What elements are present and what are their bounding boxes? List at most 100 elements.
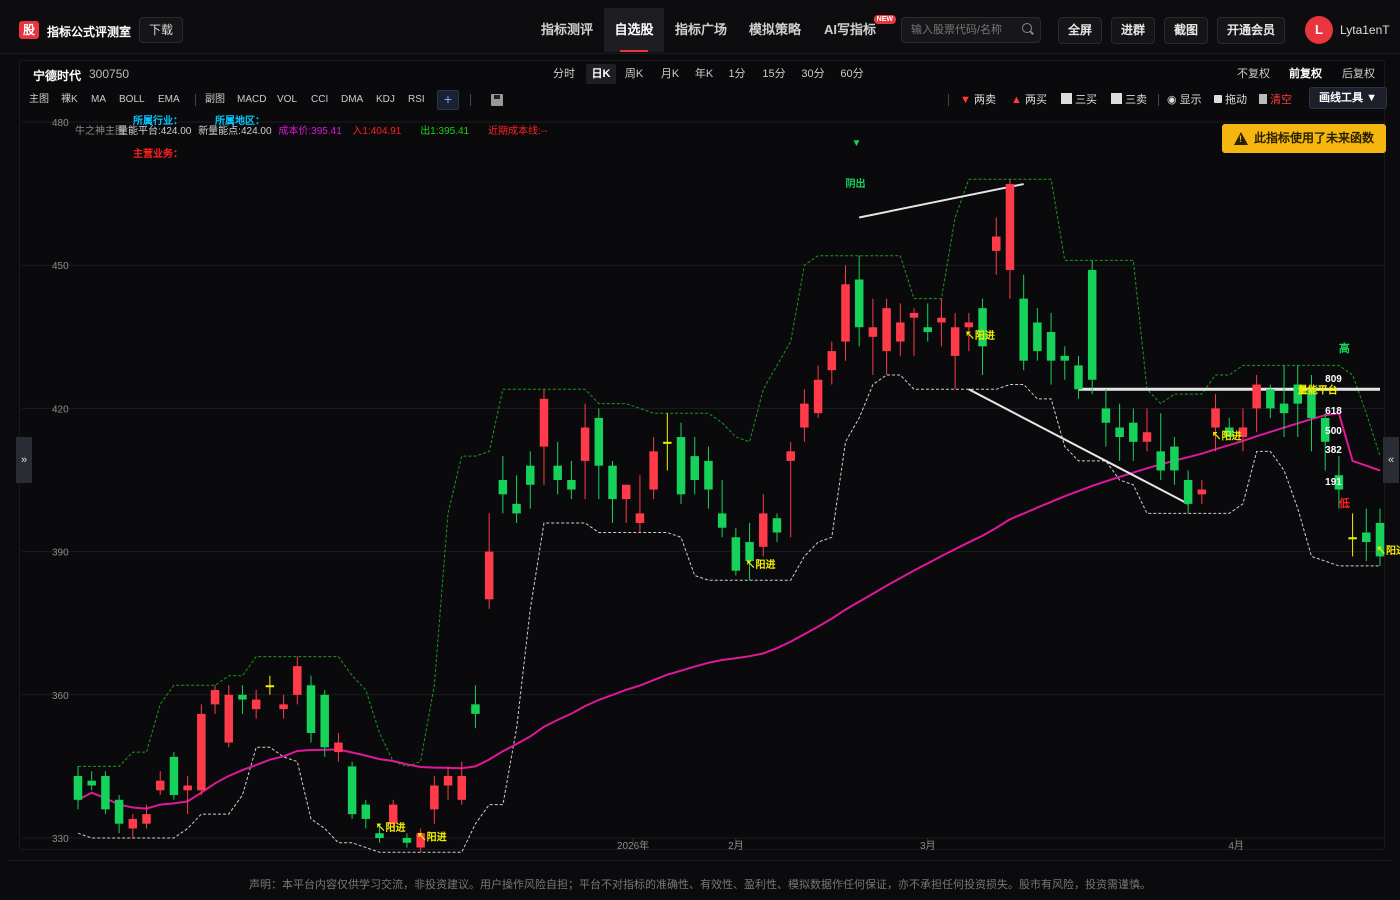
candle <box>1033 322 1042 352</box>
y-axis-labels: 480 450 420 390 360 330 <box>52 118 69 845</box>
candle <box>224 694 234 743</box>
candle <box>676 437 686 495</box>
buy-signal-label: ↖阳进 <box>1376 544 1400 557</box>
candle <box>882 308 891 352</box>
warning-text: 此指标使用了未来函数 <box>1254 131 1375 145</box>
candle <box>704 460 713 490</box>
fibonacci-level-label: 618 <box>1325 406 1342 417</box>
candle <box>827 351 837 371</box>
candle <box>896 322 905 342</box>
candle <box>621 484 631 500</box>
candle <box>608 465 617 500</box>
legend-item: 入1:404.91 <box>352 126 401 137</box>
candle <box>320 694 329 748</box>
candle <box>1197 489 1207 495</box>
candle <box>690 456 699 480</box>
candle <box>964 322 974 328</box>
candle <box>567 480 576 490</box>
sell-signal-arrow: ▼ <box>851 138 861 149</box>
buy-signal-label: ↖阳进 <box>965 329 995 342</box>
candle <box>553 465 562 480</box>
candle <box>484 551 494 600</box>
candle <box>128 818 138 829</box>
x-tick-label: 2026年 <box>617 839 649 852</box>
candle <box>114 799 124 824</box>
candle <box>251 699 261 710</box>
legend-item: 量能平台:424.00 <box>118 124 192 137</box>
candle <box>1211 408 1220 428</box>
legend-item: 近期成本线:-- <box>488 124 547 137</box>
candle <box>1101 408 1111 423</box>
fibonacci-level-label: 191 <box>1325 477 1342 488</box>
candle <box>1074 365 1083 390</box>
candle <box>526 465 535 485</box>
candle <box>155 780 165 791</box>
candle <box>197 713 206 791</box>
candle <box>854 279 864 328</box>
candle <box>1266 389 1275 409</box>
high-label: 高 <box>1339 341 1350 355</box>
candle <box>772 518 782 533</box>
legend-item: 出1:395.41 <box>420 124 469 137</box>
x-axis-labels: 2026年 2月 3月 4月 <box>617 839 1244 852</box>
y-tick-label: 420 <box>52 404 69 415</box>
candle <box>594 417 604 466</box>
candle <box>169 756 179 796</box>
y-tick-label: 450 <box>52 261 69 272</box>
x-tick-label: 3月 <box>920 840 936 852</box>
candle <box>388 804 398 824</box>
y-tick-label: 330 <box>52 834 69 845</box>
legend-item: 新量能点:424.00 <box>198 124 272 137</box>
candle <box>142 814 151 824</box>
candle <box>937 317 946 323</box>
candle <box>347 766 357 815</box>
candle <box>649 451 658 490</box>
indicator-legend: 所属行业： 所属地区：主营业务：牛之神主图量能平台:424.00 新量能点:424.… <box>75 114 547 160</box>
candle <box>786 451 795 461</box>
candle <box>1005 184 1015 270</box>
candle <box>430 785 439 810</box>
lower-band-line <box>77 374 1380 853</box>
candle <box>87 780 96 786</box>
candle <box>1115 427 1124 438</box>
candle <box>663 441 672 444</box>
candle <box>1183 480 1193 504</box>
candle <box>1129 422 1138 442</box>
buy-signal-label: ↖阳进 <box>746 558 776 571</box>
upper-band-line <box>78 178 1381 767</box>
fibonacci-level-label: 500 <box>1325 426 1342 437</box>
candle <box>101 775 110 810</box>
candle <box>498 480 508 495</box>
buy-signal-label: ↖阳进 <box>376 821 406 834</box>
y-tick-label: 390 <box>52 548 69 559</box>
fibonacci-level-label: 809 <box>1325 374 1342 385</box>
candle <box>375 833 384 838</box>
candle <box>635 513 645 523</box>
candle <box>183 785 192 791</box>
kline-chart[interactable]: 量能平台 ↖阳进 ↖阳进 ↖阳进 ↖阳进 ↖阳进 ↖阳进 阴出 ▼ 高低 809 618 500 382 1… <box>0 0 1400 900</box>
candle <box>73 775 83 800</box>
candle <box>1060 355 1070 361</box>
candle <box>402 838 412 843</box>
x-tick-label: 4月 <box>1228 840 1244 852</box>
y-tick-label: 360 <box>52 691 69 702</box>
candle <box>238 694 247 700</box>
main-business-label: 主营业务： <box>133 147 183 160</box>
candle <box>1252 384 1261 409</box>
fibonacci-level-label: 382 <box>1325 445 1342 456</box>
sell-signal-label: 阴出 <box>845 177 865 190</box>
candle <box>580 427 590 461</box>
candle <box>1170 446 1179 471</box>
candle <box>471 704 480 714</box>
candle <box>759 513 768 547</box>
candle <box>293 666 302 695</box>
candle <box>1279 403 1289 414</box>
candles <box>73 179 1385 853</box>
candle <box>800 403 809 428</box>
future-function-warning: 此指标使用了未来函数 <box>1222 124 1386 153</box>
candle <box>1087 269 1097 380</box>
candle <box>909 312 919 318</box>
candle <box>361 804 371 819</box>
candle <box>923 327 932 333</box>
candle <box>539 398 549 447</box>
